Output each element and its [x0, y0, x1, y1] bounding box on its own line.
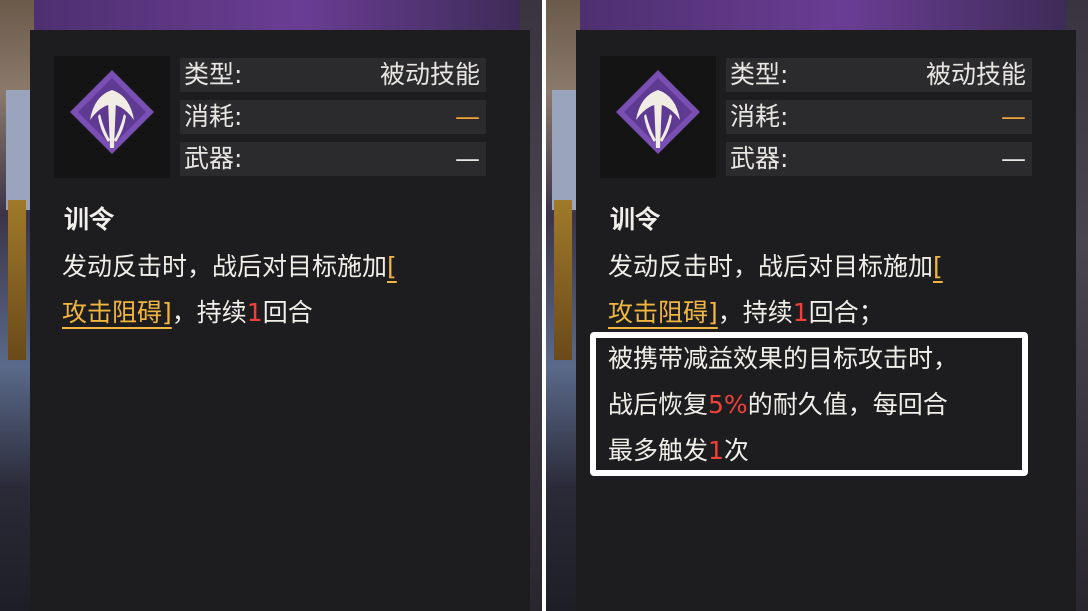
- status-effect-link[interactable]: 攻击阻碍]: [608, 298, 718, 327]
- attr-type-value: 被动技能: [925, 60, 1026, 89]
- attr-row-weapon: 武器: —: [180, 142, 486, 176]
- skill-name: 训令: [610, 205, 661, 234]
- attr-row-type: 类型: 被动技能: [180, 58, 486, 92]
- attr-cost-label: 消耗:: [730, 102, 789, 131]
- attr-type-value: 被动技能: [379, 60, 480, 89]
- attr-row-weapon: 武器: —: [726, 142, 1032, 176]
- attr-row-type: 类型: 被动技能: [726, 58, 1032, 92]
- desc-line-2: 攻击阻碍]，持续1回合；: [608, 298, 884, 327]
- attr-cost-value: —: [1001, 102, 1026, 131]
- attr-weapon-label: 武器:: [730, 144, 789, 173]
- tooltip-screenshot-before: 类型: 被动技能 消耗: — 武器: — 训令 发动反击时，战后对目标施加[ 攻…: [0, 0, 542, 611]
- attr-weapon-label: 武器:: [184, 144, 243, 173]
- attr-row-cost: 消耗: —: [726, 100, 1032, 134]
- new-text-highlight-box: [590, 332, 1028, 476]
- attr-weapon-value: —: [1001, 144, 1026, 173]
- desc-line-1: 发动反击时，战后对目标施加[: [62, 252, 397, 281]
- background-character-art: [546, 0, 580, 611]
- attr-weapon-value: —: [455, 144, 480, 173]
- skill-icon-frame: [54, 56, 170, 178]
- desc-line-1: 发动反击时，战后对目标施加[: [608, 252, 943, 281]
- attr-type-label: 类型:: [730, 60, 789, 89]
- skill-description: 发动反击时，战后对目标施加[ 攻击阻碍]，持续1回合: [62, 244, 502, 336]
- background-character-art: [0, 0, 34, 611]
- skill-trident-emblem-icon: [616, 70, 700, 154]
- skill-tooltip-panel: 类型: 被动技能 消耗: — 武器: — 训令 发动反击时，战后对目标施加[ 攻…: [30, 30, 530, 611]
- tooltip-screenshot-after: 类型: 被动技能 消耗: — 武器: — 训令 发动反击时，战后对目标施加[ 攻…: [546, 0, 1088, 611]
- status-effect-link[interactable]: 攻击阻碍]: [62, 298, 172, 327]
- attr-row-cost: 消耗: —: [180, 100, 486, 134]
- desc-line-2: 攻击阻碍]，持续1回合: [62, 298, 313, 327]
- attr-type-label: 类型:: [184, 60, 243, 89]
- attr-cost-value: —: [455, 102, 480, 131]
- attr-cost-label: 消耗:: [184, 102, 243, 131]
- skill-tooltip-panel: 类型: 被动技能 消耗: — 武器: — 训令 发动反击时，战后对目标施加[ 攻…: [576, 30, 1076, 611]
- skill-name: 训令: [64, 205, 115, 234]
- skill-trident-emblem-icon: [70, 70, 154, 154]
- skill-icon-frame: [600, 56, 716, 178]
